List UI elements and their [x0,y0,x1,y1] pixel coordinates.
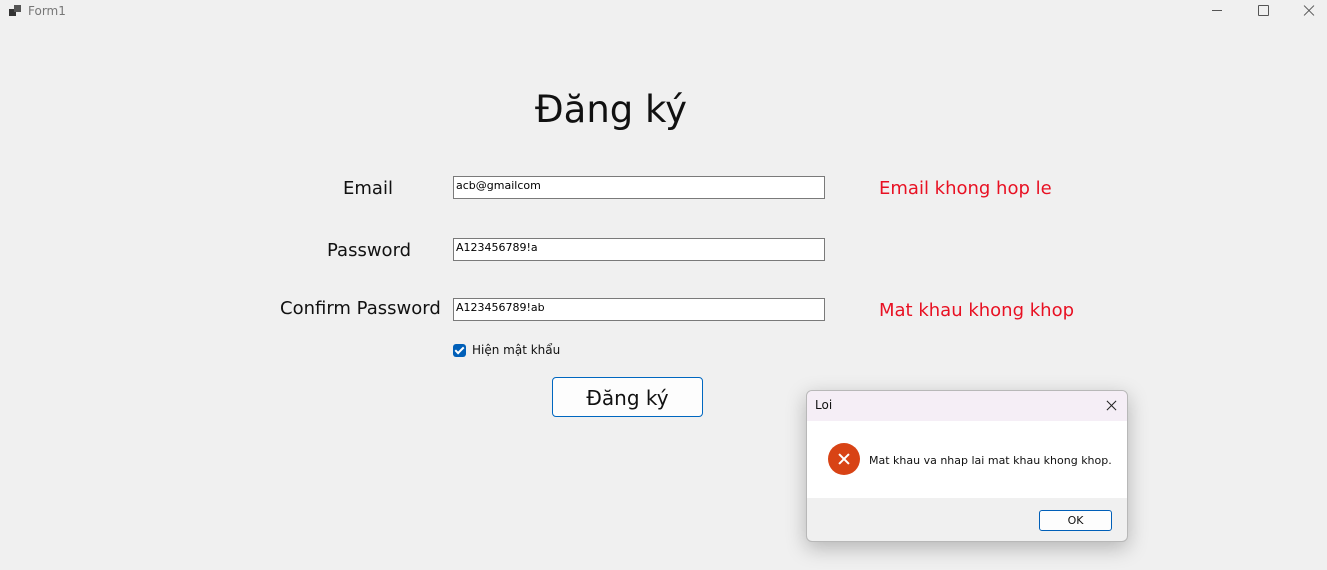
email-field[interactable]: acb@gmailcom [453,176,825,199]
confirm-password-error-text: Mat khau khong khop [879,300,1075,321]
dialog-message: Mat khau va nhap lai mat khau khong khop… [869,454,1112,467]
password-label: Password [327,240,412,261]
maximize-icon [1258,5,1269,16]
app-icon [9,5,21,17]
window-titlebar: Form1 [0,0,1327,24]
email-error-text: Email khong hop le [879,178,1052,199]
minimize-button[interactable] [1194,0,1240,24]
confirm-password-field[interactable]: A123456789!ab [453,298,825,321]
email-label: Email [343,178,393,199]
dialog-title: Loi [815,398,833,412]
error-dialog: Loi Mat khau va nhap lai mat khau khong … [806,390,1128,542]
show-password-label[interactable]: Hiện mật khẩu [472,343,560,357]
ok-button[interactable]: OK [1039,510,1112,531]
dialog-titlebar: Loi [807,391,1127,421]
dialog-body: Mat khau va nhap lai mat khau khong khop… [807,421,1127,498]
confirm-password-label: Confirm Password [280,298,441,319]
checkmark-icon [454,344,465,355]
password-field[interactable]: A123456789!a [453,238,825,261]
register-button[interactable]: Đăng ký [552,377,703,417]
window-title: Form1 [28,4,66,18]
error-icon [828,443,860,475]
checkbox-box[interactable] [453,344,466,357]
maximize-button[interactable] [1240,0,1286,24]
close-window-button[interactable] [1286,0,1327,24]
page-title: Đăng ký [535,88,688,131]
minimize-icon [1212,10,1222,11]
dialog-close-button[interactable] [1097,391,1127,421]
